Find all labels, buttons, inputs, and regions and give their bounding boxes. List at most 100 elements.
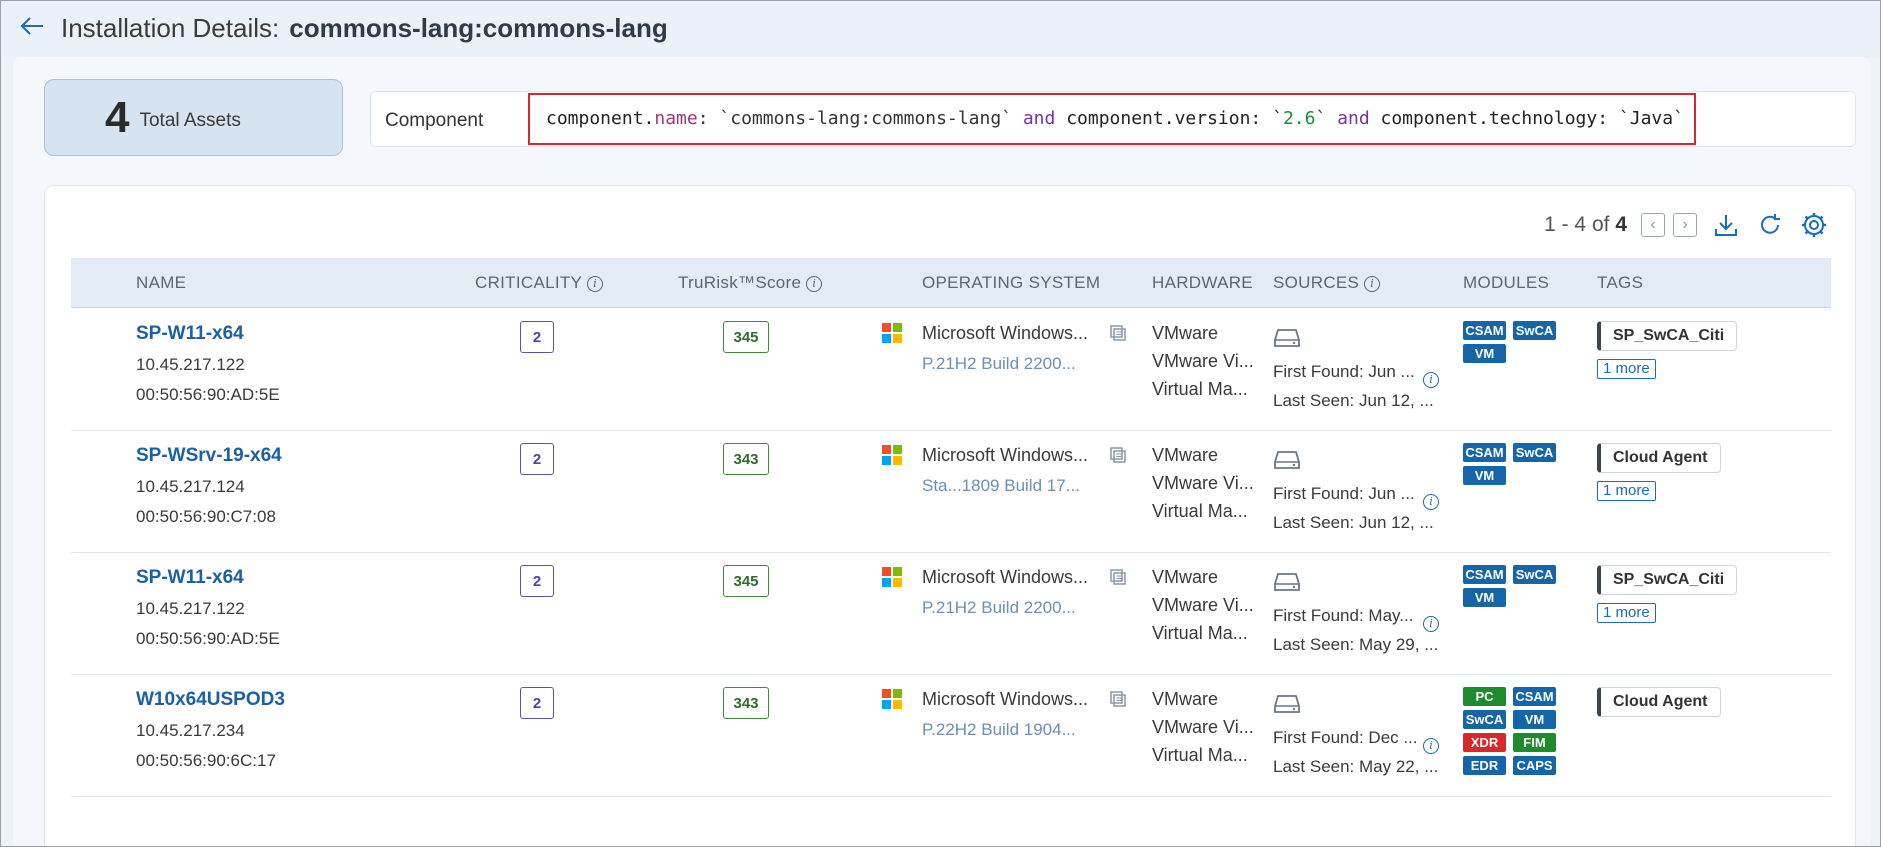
page-title-name: commons-lang:commons-lang xyxy=(289,13,668,43)
trurisk-cell: 345 xyxy=(723,321,769,353)
column-header-modules[interactable]: MODULES xyxy=(1463,273,1549,293)
module-badge: SwCA xyxy=(1463,710,1506,729)
sources-cell: First Found: Jun ... Last Seen: Jun 12, … xyxy=(1273,327,1434,420)
hardware-type: Virtual Ma... xyxy=(1152,379,1248,399)
info-icon[interactable]: i xyxy=(1423,615,1439,633)
table-row[interactable]: SP-WSrv-19-x64 10.45.217.124 00:50:56:90… xyxy=(71,431,1831,553)
more-holder: 1 more xyxy=(1597,473,1721,501)
os-cell: Microsoft Windows... Sta...1809 Build 17… xyxy=(922,445,1088,496)
column-header-name[interactable]: NAME xyxy=(136,273,186,293)
module-badge: CSAM xyxy=(1463,321,1506,340)
windows-logo-icon xyxy=(882,689,902,709)
component-query-box: Component component.name: `commons-lang:… xyxy=(370,91,1856,147)
trurisk-cell: 343 xyxy=(723,687,769,719)
asset-name-link[interactable]: W10x64USPOD3 xyxy=(136,689,285,711)
more-tags-link[interactable]: 1 more xyxy=(1597,359,1656,379)
tag-chip[interactable]: SP_SwCA_Citi xyxy=(1597,565,1738,595)
tag-chip[interactable]: SP_SwCA_Citi xyxy=(1597,321,1738,351)
os-logo-cell xyxy=(882,567,902,587)
module-badge: VM xyxy=(1463,466,1506,485)
info-icon[interactable]: i xyxy=(1423,493,1439,511)
table-row[interactable]: W10x64USPOD3 10.45.217.234 00:50:56:90:6… xyxy=(71,675,1831,797)
module-badge: CAPS xyxy=(1513,756,1556,775)
module-badge: XDR xyxy=(1463,733,1506,752)
hardware-type: Virtual Ma... xyxy=(1152,623,1248,643)
download-icon[interactable] xyxy=(1711,210,1741,240)
refresh-icon[interactable] xyxy=(1755,210,1785,240)
column-header-hardware[interactable]: HARDWARE xyxy=(1152,273,1253,293)
info-icon[interactable]: i xyxy=(587,276,604,292)
module-badge: SwCA xyxy=(1513,321,1556,340)
page-header: Installation Details: commons-lang:common… xyxy=(1,1,1880,57)
query-part: component. xyxy=(546,108,655,129)
os-logo-cell xyxy=(882,323,902,343)
module-badge: EDR xyxy=(1463,756,1506,775)
column-header-trurisk[interactable]: TruRisk™Score i xyxy=(678,273,823,293)
hardware-manufacturer: VMware xyxy=(1152,567,1219,587)
last-seen: Last Seen: May 22, ... xyxy=(1273,757,1439,776)
table-row[interactable]: SP-W11-x64 10.45.217.122 00:50:56:90:AD:… xyxy=(71,309,1831,431)
sources-cell: First Found: May... Last Seen: May 29, .… xyxy=(1273,571,1438,664)
module-badge: VM xyxy=(1513,710,1556,729)
tags-cell: SP_SwCA_Citi 1 more xyxy=(1597,321,1738,379)
info-icon[interactable]: i xyxy=(1423,371,1439,389)
module-badge: SwCA xyxy=(1513,443,1556,462)
asset-mac: 00:50:56:90:AD:5E xyxy=(136,629,280,648)
first-found-text: First Found: Jun ... xyxy=(1273,362,1415,381)
query-keyword: and xyxy=(1337,108,1370,129)
asset-name-link[interactable]: SP-W11-x64 xyxy=(136,323,280,345)
windows-logo-icon xyxy=(882,445,902,465)
windows-logo-icon xyxy=(882,567,902,587)
tags-cell: Cloud Agent xyxy=(1597,687,1721,717)
sources-cell: First Found: Jun ... Last Seen: Jun 12, … xyxy=(1273,449,1434,542)
copy-icon[interactable] xyxy=(1108,323,1128,348)
page-title-label: Installation Details: xyxy=(61,13,280,43)
info-icon[interactable]: i xyxy=(1423,737,1439,755)
tag-chip[interactable]: Cloud Agent xyxy=(1597,687,1721,717)
hardware-model: VMware Vi... xyxy=(1152,473,1254,493)
hardware-type: Virtual Ma... xyxy=(1152,501,1248,521)
info-icon[interactable]: i xyxy=(806,276,823,292)
module-badge: PC xyxy=(1463,687,1506,706)
gear-icon[interactable] xyxy=(1799,210,1829,240)
total-assets-card[interactable]: 4 Total Assets xyxy=(44,79,343,156)
os-cell: Microsoft Windows... P.22H2 Build 1904..… xyxy=(922,689,1088,740)
more-holder: 1 more xyxy=(1597,595,1737,623)
query-input[interactable]: component.name: `commons-lang:commons-la… xyxy=(528,93,1696,145)
copy-icon[interactable] xyxy=(1108,445,1128,470)
asset-name-link[interactable]: SP-W11-x64 xyxy=(136,567,280,589)
os-name: Microsoft Windows... xyxy=(922,567,1089,587)
first-found-text: First Found: Jun ... xyxy=(1273,484,1415,503)
total-assets-count: 4 xyxy=(105,92,130,142)
module-badge: FIM xyxy=(1513,733,1556,752)
first-found-text: First Found: May... xyxy=(1273,606,1414,625)
asset-cell: SP-W11-x64 10.45.217.122 00:50:56:90:AD:… xyxy=(136,567,280,649)
os-cell: Microsoft Windows... P.21H2 Build 2200..… xyxy=(922,567,1088,618)
last-seen: Last Seen: May 29, ... xyxy=(1273,635,1439,654)
query-keyword: and xyxy=(1022,108,1056,129)
column-header-os[interactable]: OPERATING SYSTEM xyxy=(922,273,1100,293)
chevron-left-icon[interactable]: ‹ xyxy=(1641,213,1665,237)
column-header-sources[interactable]: SOURCES i xyxy=(1273,273,1381,293)
column-header-tags[interactable]: TAGS xyxy=(1597,273,1643,293)
arrow-left-icon[interactable] xyxy=(19,13,49,43)
more-tags-link[interactable]: 1 more xyxy=(1597,603,1656,623)
last-seen: Last Seen: Jun 12, ... xyxy=(1273,513,1434,532)
query-part: ` xyxy=(1315,108,1338,129)
copy-icon[interactable] xyxy=(1108,689,1128,714)
chevron-right-icon[interactable]: › xyxy=(1673,213,1697,237)
criticality-cell: 2 xyxy=(520,565,554,597)
asset-name-link[interactable]: SP-WSrv-19-x64 xyxy=(136,445,282,467)
tag-chip[interactable]: Cloud Agent xyxy=(1597,443,1721,473)
module-badge: VM xyxy=(1463,588,1506,607)
asset-cell: SP-WSrv-19-x64 10.45.217.124 00:50:56:90… xyxy=(136,445,282,527)
column-header-criticality[interactable]: CRITICALITY i xyxy=(475,273,604,293)
os-logo-cell xyxy=(882,445,902,465)
info-icon[interactable]: i xyxy=(1364,276,1381,292)
criticality-badge: 2 xyxy=(520,687,554,719)
copy-icon[interactable] xyxy=(1108,567,1128,592)
table-row[interactable]: SP-W11-x64 10.45.217.122 00:50:56:90:AD:… xyxy=(71,553,1831,675)
more-holder: 1 more xyxy=(1597,351,1737,379)
more-tags-link[interactable]: 1 more xyxy=(1597,481,1656,501)
total-assets-label: Total Assets xyxy=(139,109,241,131)
